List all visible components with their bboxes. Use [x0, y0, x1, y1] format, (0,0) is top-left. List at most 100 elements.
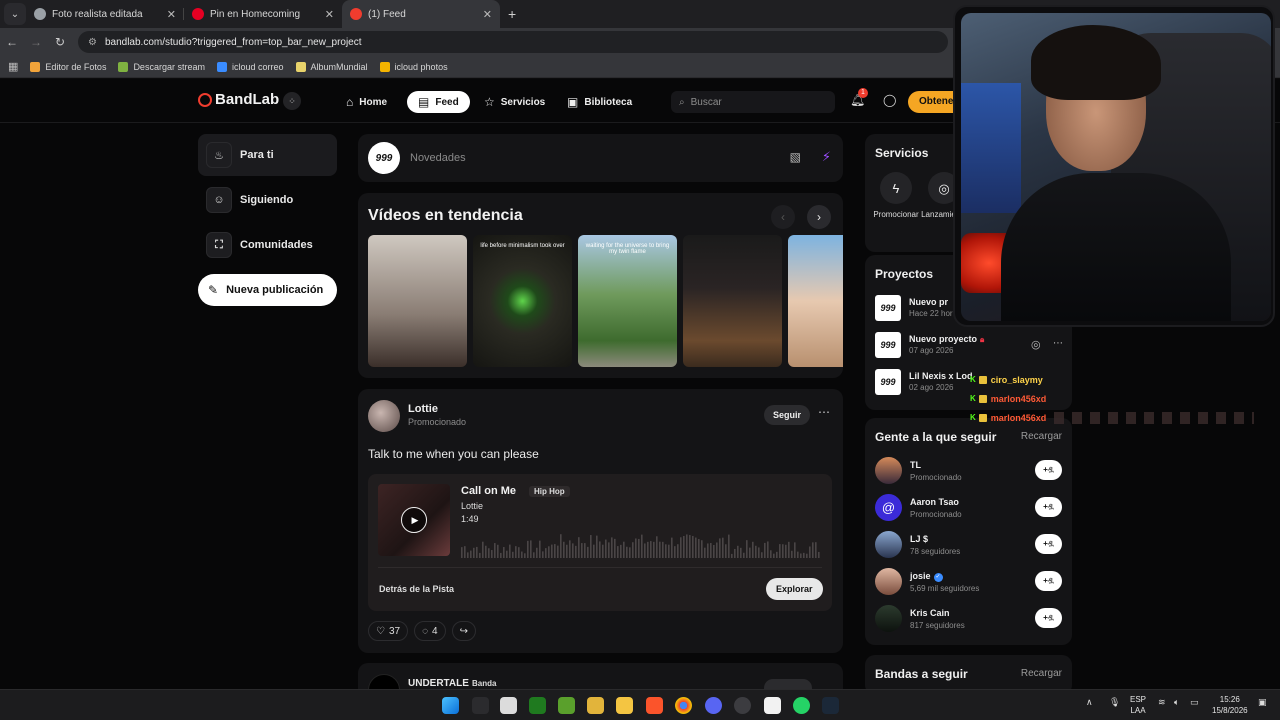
- tab-close-icon[interactable]: ✕: [325, 8, 334, 21]
- project-row[interactable]: 999 Nuevo proyecto 🔒︎ 07 ago 2026 ◎ ⋯: [875, 332, 1065, 360]
- apps-icon[interactable]: ▦: [8, 60, 18, 73]
- person-avatar[interactable]: [875, 605, 902, 632]
- app-icon[interactable]: [734, 697, 751, 714]
- user-avatar[interactable]: 999: [368, 142, 400, 174]
- nav-services[interactable]: ☆ Servicios: [484, 91, 545, 113]
- notifications-bell-icon[interactable]: 🔔︎ 1: [850, 88, 868, 107]
- explore-button[interactable]: Explorar: [766, 578, 823, 600]
- tab-close-icon[interactable]: ✕: [167, 8, 176, 21]
- nav-feed[interactable]: ▤ Feed: [407, 91, 470, 113]
- wifi-icon[interactable]: ≋: [1158, 697, 1166, 708]
- apps-grid-icon[interactable]: ⁘: [283, 92, 301, 110]
- discord-icon[interactable]: [705, 697, 722, 714]
- back-icon[interactable]: ←: [0, 35, 24, 49]
- author-name[interactable]: UNDERTALE: [408, 678, 469, 689]
- track-card[interactable]: ▶ Call on Me Hip Hop Lottie 1:49 Detrás …: [368, 474, 832, 611]
- person-name[interactable]: LJ $: [910, 534, 928, 544]
- tray-overflow-icon[interactable]: ∧: [1086, 697, 1093, 708]
- follow-button[interactable]: Seguir: [764, 405, 811, 425]
- follow-user-button[interactable]: +ዷ: [1035, 534, 1062, 554]
- battery-icon[interactable]: ▭: [1190, 697, 1199, 708]
- carousel-next-button[interactable]: ›: [807, 205, 831, 229]
- sidebar-item-comunidades[interactable]: ⛶ Comunidades: [198, 224, 337, 266]
- image-icon[interactable]: ▧: [790, 150, 801, 164]
- site-info-icon[interactable]: ⚙: [88, 37, 97, 48]
- tab-search-button[interactable]: ⌄: [4, 3, 26, 25]
- chrome-icon[interactable]: [675, 697, 692, 714]
- track-title[interactable]: Call on Me: [461, 485, 516, 497]
- more-options-icon[interactable]: ⋯: [1053, 338, 1063, 349]
- capcut-icon[interactable]: [764, 697, 781, 714]
- url-field[interactable]: ⚙ bandlab.com/studio?triggered_from=top_…: [78, 31, 948, 53]
- bookmark-item[interactable]: Descargar stream: [118, 61, 205, 72]
- person-name[interactable]: TL: [910, 460, 921, 470]
- new-post-button[interactable]: ✎ Nueva publicación: [198, 274, 337, 306]
- carousel-prev-button[interactable]: ‹: [771, 205, 795, 229]
- person-name[interactable]: Aaron Tsao: [910, 497, 959, 507]
- sidebar-item-siguiendo[interactable]: ☺ Siguiendo: [198, 179, 337, 221]
- system-clock[interactable]: 15:26 15/8/2026: [1212, 694, 1248, 716]
- nav-library[interactable]: ▣ Biblioteca: [567, 91, 632, 113]
- reload-icon[interactable]: ↻: [48, 35, 72, 49]
- store-icon[interactable]: [500, 697, 517, 714]
- start-icon[interactable]: [442, 697, 459, 714]
- notification-center-icon[interactable]: ▣: [1258, 697, 1267, 708]
- track-artist[interactable]: Lottie: [461, 501, 483, 511]
- microphone-icon[interactable]: 🎙︎: [1109, 697, 1120, 708]
- author-avatar[interactable]: [368, 674, 400, 689]
- video-thumbnail[interactable]: waiting for the universe to bring my twi…: [578, 235, 677, 367]
- whatsapp-icon[interactable]: [793, 697, 810, 714]
- play-icon[interactable]: ▶: [401, 507, 427, 533]
- bookmark-item[interactable]: icloud photos: [379, 61, 448, 72]
- browser-tab[interactable]: Pin en Homecoming ✕: [184, 0, 342, 28]
- bookmark-item[interactable]: icloud correo: [216, 61, 284, 72]
- browser-tab-active[interactable]: (1) Feed ✕: [342, 0, 500, 28]
- person-row[interactable]: Kris Cain 817 seguidores +ዷ: [875, 605, 1065, 633]
- reload-button[interactable]: Recargar: [1021, 431, 1062, 442]
- more-options-icon[interactable]: ⋯: [818, 405, 830, 419]
- person-row[interactable]: TL Promocionado +ዷ: [875, 457, 1065, 485]
- person-avatar[interactable]: [875, 457, 902, 484]
- person-avatar[interactable]: [875, 531, 902, 558]
- file-explorer-icon[interactable]: [616, 697, 633, 714]
- follow-user-button[interactable]: +ዷ: [1035, 460, 1062, 480]
- person-name-wrap[interactable]: josie ✓: [910, 571, 943, 582]
- new-tab-button[interactable]: +: [508, 6, 516, 22]
- share-button[interactable]: ↪: [451, 621, 476, 641]
- volume-icon[interactable]: 🔈︎: [1174, 697, 1179, 708]
- video-thumbnail[interactable]: [683, 235, 782, 367]
- video-thumbnail[interactable]: [788, 235, 843, 367]
- xbox-icon[interactable]: [529, 697, 546, 714]
- person-avatar[interactable]: [875, 568, 902, 595]
- like-button[interactable]: ♡ 37: [368, 621, 409, 641]
- follow-user-button[interactable]: +ዷ: [1035, 571, 1062, 591]
- search-input[interactable]: ⌕ Buscar: [671, 91, 835, 113]
- follow-user-button[interactable]: +ዷ: [1035, 608, 1062, 628]
- reload-button[interactable]: Recargar: [1021, 668, 1062, 679]
- video-thumbnail[interactable]: life before minimalism took over: [473, 235, 572, 367]
- post-composer[interactable]: 999 Novedades ▧ ⚡: [358, 134, 843, 182]
- messages-icon[interactable]: ◯: [883, 93, 896, 107]
- person-row[interactable]: LJ $ 78 seguidores +ዷ: [875, 531, 1065, 559]
- sidebar-item-para-ti[interactable]: ♨ Para ti: [198, 134, 337, 176]
- minecraft-icon[interactable]: [558, 697, 575, 714]
- bandlab-logo[interactable]: BandLab: [198, 91, 279, 108]
- service-promote[interactable]: ϟ Promocionar: [871, 172, 921, 220]
- author-avatar[interactable]: [368, 400, 400, 432]
- tab-close-icon[interactable]: ✕: [483, 8, 492, 21]
- person-name[interactable]: Kris Cain: [910, 608, 950, 618]
- brave-icon[interactable]: [646, 697, 663, 714]
- bookmark-item[interactable]: Editor de Fotos: [30, 61, 106, 72]
- steam-icon[interactable]: [822, 697, 839, 714]
- follow-button[interactable]: [764, 679, 812, 689]
- boost-icon[interactable]: ⚡: [822, 149, 831, 165]
- browser-tab[interactable]: Foto realista editada ✕: [26, 0, 184, 28]
- widgets-icon[interactable]: [472, 697, 489, 714]
- person-avatar[interactable]: @: [875, 494, 902, 521]
- author-name[interactable]: Lottie: [408, 403, 438, 415]
- nav-home[interactable]: ⌂ Home: [346, 91, 387, 113]
- language-indicator[interactable]: ESP LAA: [1130, 694, 1146, 716]
- bookmark-item[interactable]: AlbumMundial: [295, 61, 368, 72]
- release-icon[interactable]: ◎: [1031, 338, 1041, 351]
- forward-icon[interactable]: →: [24, 35, 48, 49]
